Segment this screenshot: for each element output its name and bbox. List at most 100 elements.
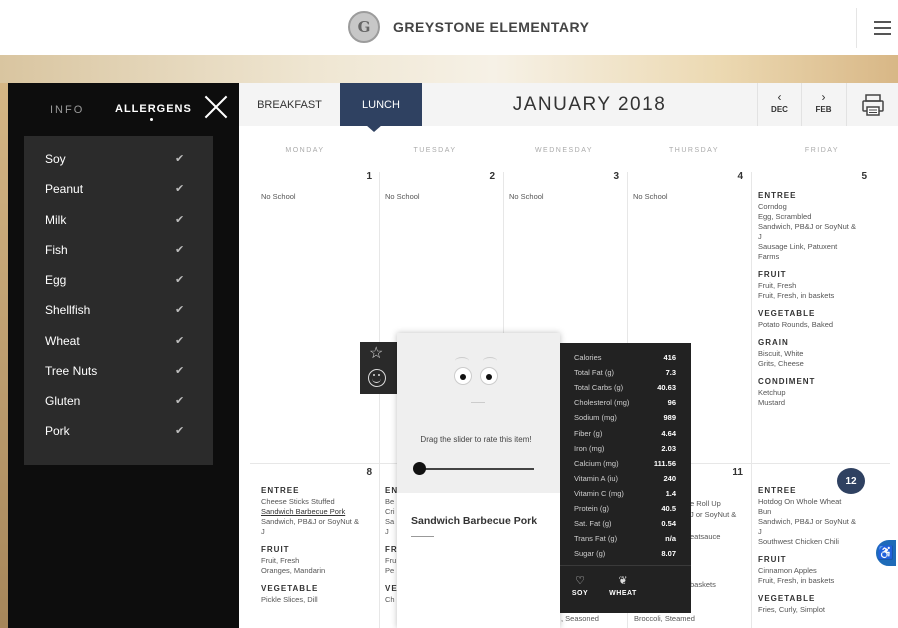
day-number: 4 — [737, 171, 743, 182]
month-title: JANUARY 2018 — [512, 93, 667, 115]
menu-item[interactable]: Fruit, Fresh, in baskets — [758, 576, 892, 586]
allergen-item-soy[interactable]: Soy ✔ — [24, 145, 213, 175]
nutrition-value: 0.54 — [661, 519, 676, 529]
menu-item[interactable]: Fruit, Fresh — [758, 281, 892, 291]
menu-item[interactable]: Oranges, Mandarin — [261, 566, 377, 576]
menu-item[interactable]: Sandwich, PB&J or SoyNut & — [758, 222, 892, 232]
menu-item[interactable]: Biscuit, White — [758, 349, 892, 359]
category-label: VEGETABLE — [261, 584, 319, 593]
menu-item[interactable]: Cheese Sticks Stuffed — [261, 497, 377, 507]
allergen-list: Soy ✔ Peanut ✔ Milk ✔ Fish ✔ Egg ✔ Shellfish ✔… — [24, 136, 213, 465]
next-month-button[interactable]: › FEB — [801, 83, 845, 126]
menu-item[interactable]: Potato Rounds, Baked — [758, 320, 892, 330]
soy-icon: ♡ — [575, 575, 585, 587]
menu-item[interactable]: J — [758, 232, 892, 242]
no-school-label: No School — [633, 192, 668, 201]
nutrition-label: Vitamin C (mg) — [574, 488, 624, 498]
nutrition-value: 240 — [663, 473, 676, 483]
menu-item[interactable]: Fruit, Fresh — [261, 556, 377, 566]
check-icon: ✔ — [175, 335, 185, 347]
nutrition-label: Vitamin A (iu) — [574, 473, 619, 483]
menu-item[interactable]: Southwest Chicken Chili — [758, 537, 892, 547]
category-label: FRUIT — [261, 545, 290, 554]
menu-item[interactable]: Grits, Cheese — [758, 359, 892, 369]
menu-item[interactable]: Mustard — [758, 398, 892, 408]
smile-icon[interactable] — [368, 369, 386, 387]
allergen-badge-soy: ♡ SOY — [568, 575, 592, 597]
category-label: ENTREE — [758, 486, 797, 495]
tab-info[interactable]: INFO — [50, 104, 84, 116]
menu-item[interactable]: Ketchup — [758, 388, 892, 398]
tab-lunch[interactable]: LUNCH — [340, 83, 422, 126]
nutrition-row: Protein (g) 40.5 — [574, 504, 676, 516]
day-number: 8 — [366, 467, 372, 478]
menu-item[interactable]: baskets — [690, 580, 716, 589]
menu-item[interactable]: Bun — [758, 507, 892, 517]
allergen-item-tree-nuts[interactable]: Tree Nuts ✔ — [24, 357, 213, 387]
nutrition-label: Sodium (mg) — [574, 413, 617, 423]
accessibility-icon[interactable]: ♿ — [874, 538, 898, 568]
nutrition-row: Fiber (g) 4.64 — [574, 429, 676, 441]
menu-item[interactable]: Farms — [758, 252, 892, 262]
nutrition-label: Iron (mg) — [574, 443, 605, 453]
menu-item[interactable]: Sandwich, PB&J or SoyNut & — [261, 517, 377, 527]
menu-icon[interactable] — [856, 8, 898, 48]
nutrition-row: Trans Fat (g) n/a — [574, 534, 676, 546]
tab-breakfast[interactable]: BREAKFAST — [239, 83, 340, 126]
day-number: 2 — [489, 171, 495, 182]
nutrition-label: Trans Fat (g) — [574, 534, 618, 544]
logo-letter: G — [357, 18, 371, 36]
menu-item[interactable]: J or SoyNut & — [690, 510, 736, 519]
menu-item[interactable]: Pickle Slices, Dill — [261, 595, 377, 605]
allergen-item-milk[interactable]: Milk ✔ — [24, 206, 213, 236]
nutrition-value: 7.3 — [665, 368, 676, 378]
menu-item[interactable]: Cinnamon Apples — [758, 566, 892, 576]
menu-item[interactable]: e Roll Up — [690, 499, 721, 508]
wheat-icon: ❦ — [618, 575, 628, 587]
menu-item[interactable]: Sausage Link, Patuxent — [758, 242, 892, 252]
menu-item[interactable]: Broccoli, Steamed — [634, 614, 695, 623]
nutrition-label: Protein (g) — [574, 504, 610, 513]
print-button[interactable] — [846, 83, 898, 126]
menu-item[interactable]: eatsauce — [690, 532, 720, 541]
school-logo[interactable]: G — [348, 11, 380, 43]
divider — [560, 565, 691, 566]
prev-month-button[interactable]: ‹ DEC — [757, 83, 801, 126]
menu-item[interactable]: Fruit, Fresh, in baskets — [758, 291, 892, 301]
tab-allergens[interactable]: ALLERGENS — [115, 103, 192, 115]
category-label: ENTREE — [261, 486, 300, 495]
star-icon[interactable]: ☆ — [369, 343, 383, 363]
day-number: 5 — [861, 171, 867, 182]
allergen-item-fish[interactable]: Fish ✔ — [24, 236, 213, 266]
allergen-item-shellfish[interactable]: Shellfish ✔ — [24, 296, 213, 326]
allergen-item-egg[interactable]: Egg ✔ — [24, 266, 213, 296]
nutrition-label: Total Carbs (g) — [574, 383, 624, 393]
no-school-label: No School — [385, 192, 420, 201]
menu-item[interactable]: J — [758, 527, 892, 537]
menu-item[interactable]: Corndog — [758, 202, 892, 212]
allergen-item-wheat[interactable]: Wheat ✔ — [24, 327, 213, 357]
menu-item[interactable]: Sandwich, PB&J or SoyNut & — [758, 517, 892, 527]
menu-item-selected[interactable]: Sandwich Barbecue Pork — [261, 507, 377, 517]
allergen-item-peanut[interactable]: Peanut ✔ — [24, 175, 213, 205]
item-name: Sandwich Barbecue Pork — [411, 515, 538, 527]
weekday-friday: FRIDAY — [804, 147, 840, 154]
menu-item[interactable]: Fries, Curly, Simplot — [758, 605, 892, 615]
menu-item[interactable]: Hotdog On Whole Wheat — [758, 497, 892, 507]
allergen-item-pork[interactable]: Pork ✔ — [24, 417, 213, 447]
category-label: GRAIN — [758, 338, 789, 347]
nutrition-value: 8.07 — [661, 549, 676, 559]
rating-slider[interactable] — [418, 468, 534, 470]
chevron-right-icon: › — [821, 90, 826, 104]
category-label: FRUIT — [758, 270, 787, 279]
menu-item[interactable]: Egg, Scrambled — [758, 212, 892, 222]
close-icon[interactable] — [204, 95, 228, 119]
school-name[interactable]: GREYSTONE ELEMENTARY — [393, 19, 589, 35]
day-number: 1 — [366, 171, 372, 182]
nutrition-row: Iron (mg) 2.03 — [574, 444, 676, 456]
nutrition-label: Calcium (mg) — [574, 458, 619, 468]
allergen-item-gluten[interactable]: Gluten ✔ — [24, 387, 213, 417]
menu-item[interactable]: , Seasoned — [561, 614, 599, 623]
menu-item[interactable]: J — [261, 527, 377, 537]
rating-slider-handle[interactable] — [413, 462, 426, 475]
